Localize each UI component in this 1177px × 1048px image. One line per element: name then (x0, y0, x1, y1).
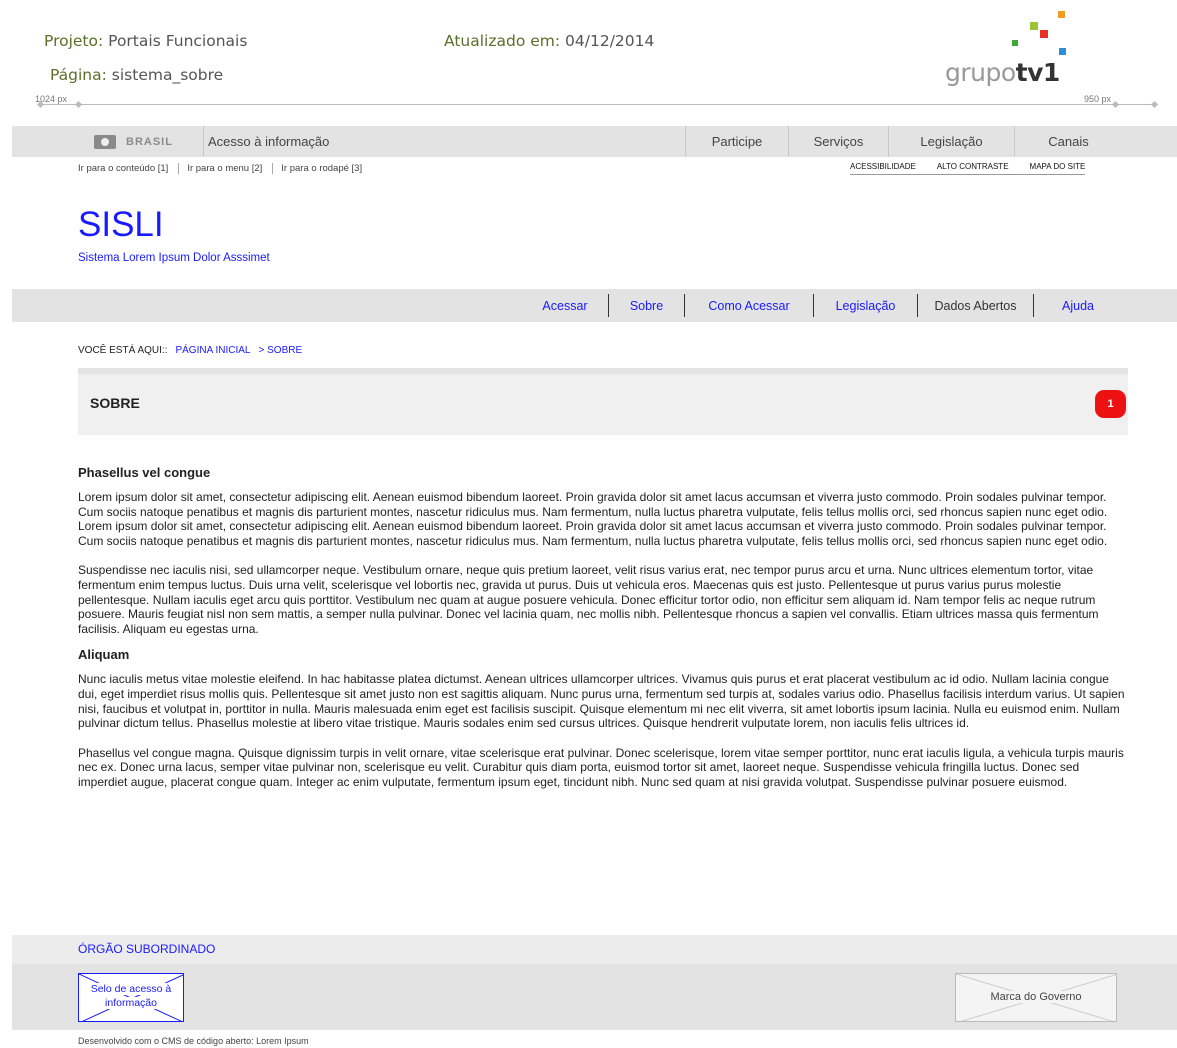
menu-item-ajuda[interactable]: Ajuda (1034, 294, 1122, 317)
gov-link-servicos[interactable]: Serviços (788, 126, 888, 157)
page-title: SOBRE (90, 395, 140, 411)
annotation-badge: 1 (1095, 390, 1126, 418)
logo-text-light: grupo (945, 58, 1016, 87)
updated-key: Atualizado em: (444, 32, 561, 50)
gov-link-legislacao[interactable]: Legislação (888, 126, 1014, 157)
footer-org-bar: ÓRGÃO SUBORDINADO (12, 935, 1177, 964)
high-contrast-link[interactable]: ALTO CONTRASTE (937, 162, 1009, 171)
menu-item-dados-abertos[interactable]: Dados Abertos (918, 294, 1033, 317)
logo-text-bold: tv1 (1015, 58, 1061, 87)
footer-org-link[interactable]: ÓRGÃO SUBORDINADO (78, 942, 215, 956)
breadcrumb: VOCÊ ESTÁ AQUI:: PÁGINA INICIAL > SOBRE (78, 345, 302, 356)
menu-item-sobre[interactable]: Sobre (609, 294, 684, 317)
project-value: Portais Funcionais (108, 32, 248, 50)
logo-square-orange (1058, 11, 1065, 18)
gov-bar: BRASIL Acesso à informação Participe Ser… (12, 126, 1177, 157)
gov-link-participe[interactable]: Participe (685, 126, 788, 157)
wireframe-updated: Atualizado em: 04/12/2014 (444, 32, 654, 50)
content-paragraph: Lorem ipsum dolor sit amet, consectetur … (78, 490, 1108, 548)
main-content: Phasellus vel congue Lorem ipsum dolor s… (78, 465, 1130, 805)
ruler-marker (1150, 100, 1159, 109)
logo-text: grupotv1 (945, 58, 1060, 87)
menu-item-legislacao[interactable]: Legislação (814, 294, 917, 317)
footer-developed-with: Desenvolvido com o CMS de código aberto:… (78, 1036, 309, 1046)
footer: Selo de acesso à informação Marca do Gov… (12, 964, 1177, 1030)
breadcrumb-label: VOCÊ ESTÁ AQUI:: (78, 345, 168, 356)
menu-item-como-acessar[interactable]: Como Acessar (685, 294, 813, 317)
grupotv1-logo: grupotv1 (940, 8, 1075, 90)
wireframe-page: Página: sistema_sobre (50, 66, 223, 84)
skip-to-menu-link[interactable]: Ir para o menu [2] (187, 163, 274, 174)
access-seal-text: Selo de acesso à informação (90, 983, 172, 1009)
logo-square-red (1040, 30, 1048, 38)
gov-acesso-link[interactable]: Acesso à informação (208, 134, 329, 149)
brazil-flag-icon (94, 134, 116, 149)
ruler-marker (1111, 100, 1120, 109)
site-subtitle: Sistema Lorem Ipsum Dolor Asssimet (78, 252, 270, 264)
government-brand-label: Marca do Governo (956, 991, 1116, 1003)
section-header: SOBRE 1 (78, 368, 1128, 435)
access-seal-placeholder[interactable]: Selo de acesso à informação (78, 973, 184, 1022)
logo-square-blue (1059, 48, 1066, 55)
gov-link-canais[interactable]: Canais (1014, 126, 1122, 157)
accessibility-links: ACESSIBILIDADE ALTO CONTRASTE MAPA DO SI… (850, 162, 1086, 175)
gov-brasil-link[interactable]: BRASIL (92, 126, 204, 157)
site-title[interactable]: SISLI (78, 205, 164, 245)
skip-links: Ir para o conteúdo [1] Ir para o menu [2… (78, 163, 380, 174)
ruler-line (40, 104, 1155, 105)
accessibility-link[interactable]: ACESSIBILIDADE (850, 162, 916, 171)
ruler-marker (74, 100, 83, 109)
ruler-right-label: 950 px (1084, 94, 1112, 104)
page-value: sistema_sobre (111, 66, 224, 84)
logo-square-lime (1030, 22, 1038, 30)
breadcrumb-current[interactable]: > SOBRE (259, 345, 303, 356)
page-key: Página: (50, 66, 107, 84)
content-paragraph: Suspendisse nec iaculis nisi, sed ullamc… (78, 563, 1099, 636)
skip-to-content-link[interactable]: Ir para o conteúdo [1] (78, 163, 180, 174)
updated-value: 04/12/2014 (565, 32, 655, 50)
content-heading: Aliquam (78, 647, 130, 663)
content-heading: Phasellus vel congue (78, 465, 211, 480)
government-brand-placeholder[interactable]: Marca do Governo (955, 973, 1117, 1022)
site-map-link[interactable]: MAPA DO SITE (1030, 162, 1086, 171)
menu-item-acessar[interactable]: Acessar (522, 294, 608, 317)
skip-to-footer-link[interactable]: Ir para o rodapé [3] (281, 163, 372, 174)
project-key: Projeto: (44, 32, 104, 50)
logo-square-green (1012, 40, 1018, 46)
content-paragraph: Phasellus vel congue magna. Quisque dign… (78, 745, 1124, 789)
main-menu: Acessar Sobre Como Acessar Legislação Da… (12, 289, 1177, 322)
gov-brasil-label: BRASIL (126, 135, 173, 148)
wireframe-project: Projeto: Portais Funcionais (44, 32, 247, 50)
access-seal-label: Selo de acesso à informação (79, 982, 183, 1010)
content-paragraph: Nunc iaculis metus vitae molestie eleife… (78, 672, 1125, 731)
government-brand-text: Marca do Governo (988, 991, 1084, 1003)
breadcrumb-home-link[interactable]: PÁGINA INICIAL (175, 345, 250, 356)
